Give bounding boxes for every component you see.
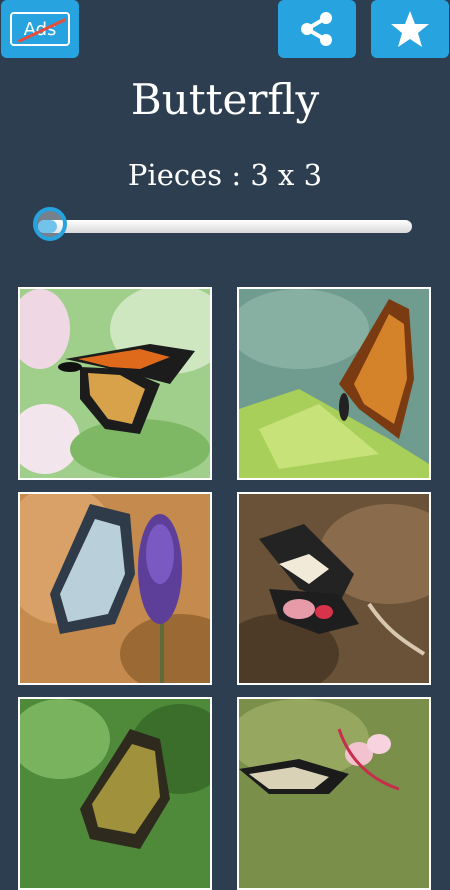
no-ads-icon: Ads: [10, 12, 70, 46]
favorite-button[interactable]: [371, 0, 449, 58]
star-icon: [391, 11, 429, 47]
puzzle-tile-orange-butterfly[interactable]: [237, 287, 431, 480]
lavender-butterfly-image: [20, 494, 210, 683]
puzzle-tile-lavender-butterfly[interactable]: [18, 492, 212, 685]
pieces-slider[interactable]: [38, 220, 412, 233]
remove-ads-button[interactable]: Ads: [1, 0, 79, 58]
flower-butterfly-image: [239, 699, 429, 888]
share-icon: [301, 12, 332, 46]
black-red-butterfly-image: [239, 494, 429, 683]
puzzle-title: Butterfly: [130, 75, 320, 124]
striped-butterfly-image: [20, 699, 210, 888]
puzzle-tile-black-red-butterfly[interactable]: [237, 492, 431, 685]
puzzle-tile-striped-butterfly[interactable]: [18, 697, 212, 890]
slider-thumb[interactable]: [33, 207, 67, 241]
monarch-butterfly-image: [20, 289, 210, 478]
puzzle-tile-flower-butterfly[interactable]: [237, 697, 431, 890]
pieces-label: Pieces : 3 x 3: [127, 158, 323, 192]
share-button[interactable]: [278, 0, 356, 58]
orange-butterfly-image: [239, 289, 429, 478]
puzzle-tile-monarch-butterfly[interactable]: [18, 287, 212, 480]
